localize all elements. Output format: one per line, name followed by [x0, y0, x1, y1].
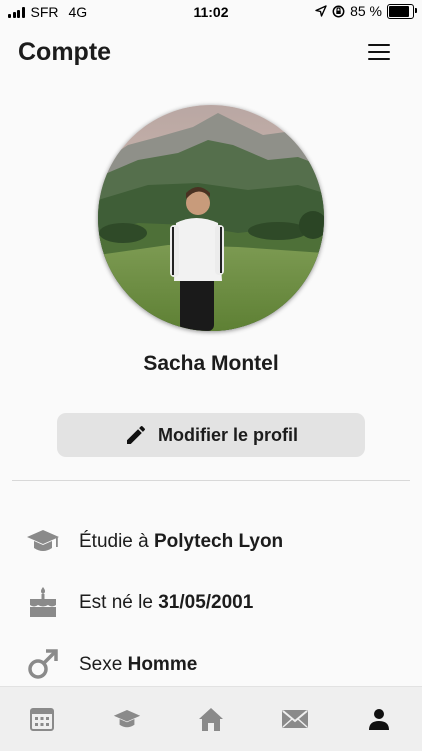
education-text: Étudie à Polytech Lyon	[79, 531, 283, 553]
gender-value: Homme	[127, 654, 198, 675]
home-icon	[199, 708, 223, 731]
rotation-lock-icon	[332, 5, 345, 17]
status-bar: SFR 4G 11:02 85 %	[0, 0, 422, 24]
page-title: Compte	[18, 38, 112, 66]
edit-profile-label: Modifier le profil	[157, 424, 298, 445]
tab-home[interactable]	[195, 703, 227, 735]
envelope-icon	[282, 710, 308, 728]
tab-calendar[interactable]	[26, 703, 58, 735]
user-icon	[369, 709, 389, 730]
avatar-photo	[98, 105, 324, 331]
tab-school[interactable]	[111, 703, 143, 735]
battery-icon	[387, 3, 417, 19]
birth-prefix: Est né le	[79, 592, 159, 613]
divider	[12, 480, 410, 481]
battery-percent: 85 %	[350, 3, 382, 19]
hamburger-menu-icon[interactable]	[368, 44, 390, 61]
tab-account[interactable]	[363, 703, 395, 735]
tab-messages[interactable]	[279, 703, 311, 735]
status-right: 85 %	[315, 3, 417, 19]
birth-text: Est né le 31/05/2001	[79, 592, 253, 614]
pencil-icon	[126, 425, 145, 444]
tab-bar	[0, 686, 422, 751]
gender-text: Sexe Homme	[79, 654, 197, 676]
header: Compte	[0, 30, 422, 76]
male-icon	[28, 649, 58, 679]
graduation-cap-icon	[27, 530, 59, 551]
info-row-birth: Est né le 31/05/2001	[0, 583, 422, 623]
profile-avatar	[98, 105, 324, 331]
battery-fill	[389, 5, 409, 17]
graduation-cap-icon	[113, 709, 141, 728]
info-row-gender: Sexe Homme	[0, 645, 422, 685]
birth-value: 31/05/2001	[158, 592, 254, 613]
info-row-education: Étudie à Polytech Lyon	[0, 522, 422, 562]
calendar-icon	[30, 708, 54, 731]
gender-prefix: Sexe	[79, 654, 128, 675]
location-arrow-icon	[315, 5, 327, 17]
education-prefix: Étudie à	[79, 531, 154, 552]
edit-profile-button[interactable]: Modifier le profil	[57, 413, 365, 457]
education-value: Polytech Lyon	[154, 531, 284, 552]
user-name: Sacha Montel	[143, 352, 279, 375]
birthday-cake-icon	[30, 587, 56, 617]
